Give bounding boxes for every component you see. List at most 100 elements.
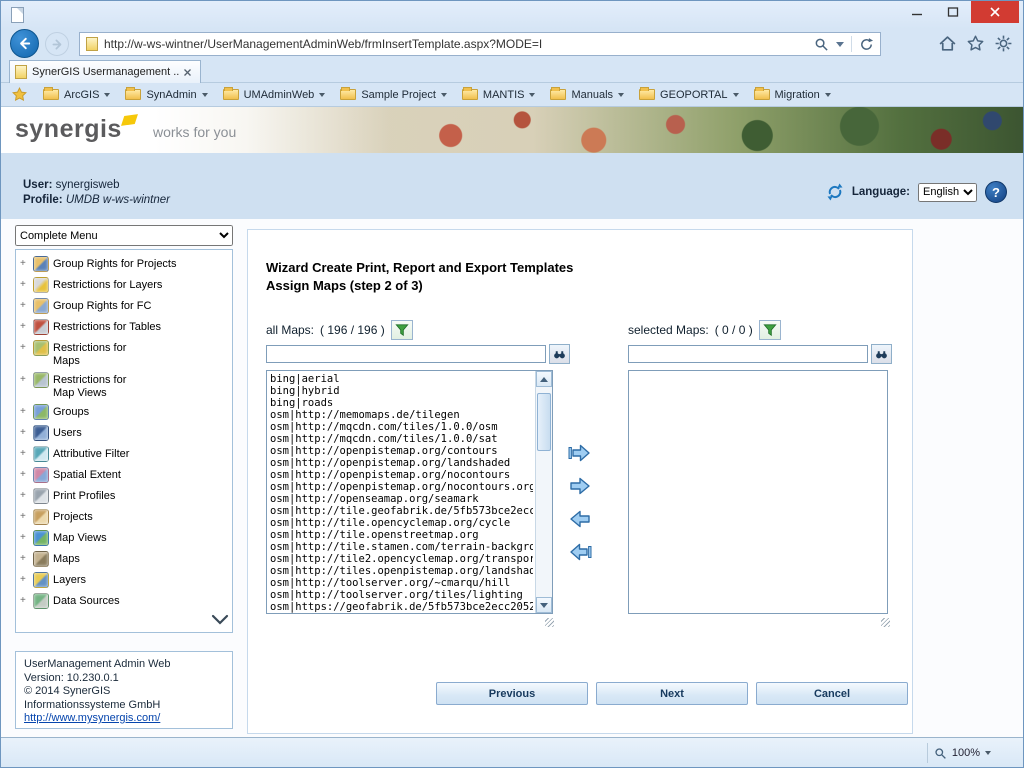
sidebar-item[interactable]: Restrictions for Maps [18, 338, 230, 370]
sidebar-item[interactable]: Projects [18, 507, 230, 528]
map-list-item[interactable]: osm|https://geofabrik.de/5fb573bce2ecc20… [270, 601, 533, 613]
tree-expand-icon[interactable] [20, 372, 29, 388]
tree-expand-icon[interactable] [20, 340, 29, 356]
map-list-item[interactable]: osm|http://tiles.openpistemap.org/landsh… [270, 565, 533, 577]
listbox-resize-grip[interactable] [545, 618, 554, 627]
back-button[interactable] [10, 29, 39, 58]
favorites-bar-item[interactable]: SynAdmin [125, 89, 207, 101]
map-list-item[interactable]: bing|roads [270, 397, 533, 409]
map-list-item[interactable]: osm|http://tile.geofabrik.de/5fb573bce2e… [270, 505, 533, 517]
settings-gear-icon[interactable] [994, 34, 1013, 53]
maximize-button[interactable] [935, 1, 971, 23]
selected-maps-filter-button[interactable] [759, 320, 781, 340]
minimize-button[interactable] [899, 1, 935, 23]
sidebar-item[interactable]: Spatial Extent [18, 465, 230, 486]
favorites-bar-item[interactable]: Migration [754, 89, 831, 101]
menu-dropdown[interactable]: Complete Menu [15, 225, 233, 246]
refresh-icon[interactable] [859, 37, 874, 52]
selected-maps-search-button[interactable] [871, 344, 892, 364]
tree-expand-icon[interactable] [20, 319, 29, 335]
tab-close-icon[interactable] [180, 65, 195, 80]
sidebar-item[interactable]: Attributive Filter [18, 444, 230, 465]
sidebar-item[interactable]: Print Profiles [18, 486, 230, 507]
scrollbar-up-arrow[interactable] [536, 371, 552, 387]
favorites-bar-item[interactable]: ArcGIS [43, 89, 110, 101]
sidebar-item[interactable]: Data Sources [18, 591, 230, 612]
sidebar-item[interactable]: Restrictions for Tables [18, 317, 230, 338]
move-left-button[interactable] [566, 506, 594, 532]
move-all-left-button[interactable] [566, 539, 594, 565]
previous-button[interactable]: Previous [436, 682, 588, 705]
all-maps-search-button[interactable] [549, 344, 570, 364]
favorites-bar-item[interactable]: Sample Project [340, 89, 447, 101]
selected-maps-filter-input[interactable] [628, 345, 868, 363]
move-right-button[interactable] [566, 473, 594, 499]
map-list-item[interactable]: osm|http://mqcdn.com/tiles/1.0.0/sat [270, 433, 533, 445]
cancel-button[interactable]: Cancel [756, 682, 908, 705]
map-list-item[interactable]: osm|http://tile2.opencyclemap.org/transp… [270, 553, 533, 565]
all-maps-filter-input[interactable] [266, 345, 546, 363]
scrollbar-down-arrow[interactable] [536, 597, 552, 613]
tree-expand-icon[interactable] [20, 488, 29, 504]
sidebar-item[interactable]: Group Rights for Projects [18, 254, 230, 275]
tree-expand-icon[interactable] [20, 256, 29, 272]
browser-tab[interactable]: SynerGIS Usermanagement ... [9, 60, 201, 83]
map-list-item[interactable]: osm|http://openpistemap.org/nocontours.o… [270, 481, 533, 493]
map-list-item[interactable]: osm|http://openpistemap.org/landshaded [270, 457, 533, 469]
help-button[interactable]: ? [985, 181, 1007, 203]
tree-expand-icon[interactable] [20, 298, 29, 314]
favorites-bar-item[interactable]: GEOPORTAL [639, 89, 738, 101]
company-link[interactable]: http://www.mysynergis.com/ [24, 712, 160, 724]
tree-expand-icon[interactable] [20, 277, 29, 293]
map-list-item[interactable]: osm|http://toolserver.org/~cmarqu/hill [270, 577, 533, 589]
map-list-item[interactable]: bing|hybrid [270, 385, 533, 397]
forward-button[interactable] [45, 32, 69, 56]
close-button[interactable] [971, 1, 1019, 23]
favorites-bar-item[interactable]: UMAdminWeb [223, 89, 326, 101]
sidebar-item[interactable]: Layers [18, 570, 230, 591]
tree-expand-icon[interactable] [20, 530, 29, 546]
listbox-resize-grip[interactable] [881, 618, 890, 627]
favorites-bar-item[interactable]: MANTIS [462, 89, 536, 101]
search-icon[interactable] [814, 37, 829, 52]
scroll-down-icon[interactable] [211, 612, 229, 630]
all-maps-listbox[interactable]: bing|aerial bing|hybrid bing|roads osm|h… [266, 370, 553, 614]
add-favorite-star-icon[interactable] [11, 86, 28, 103]
map-list-item[interactable]: bing|aerial [270, 373, 533, 385]
sidebar-item[interactable]: Group Rights for FC [18, 296, 230, 317]
move-all-right-button[interactable] [566, 440, 594, 466]
tree-expand-icon[interactable] [20, 593, 29, 609]
listbox-scrollbar[interactable] [535, 371, 552, 613]
all-maps-filter-button[interactable] [391, 320, 413, 340]
tree-expand-icon[interactable] [20, 572, 29, 588]
tree-expand-icon[interactable] [20, 425, 29, 441]
tree-expand-icon[interactable] [20, 509, 29, 525]
map-list-item[interactable]: osm|http://openpistemap.org/contours [270, 445, 533, 457]
home-icon[interactable] [938, 34, 957, 53]
scrollbar-thumb[interactable] [537, 393, 551, 451]
favorites-bar-item[interactable]: Manuals [550, 89, 624, 101]
map-list-item[interactable]: rstlb.fleischer@http://services1.arcgis.… [270, 613, 533, 614]
sidebar-item[interactable]: Users [18, 423, 230, 444]
map-list-item[interactable]: osm|http://toolserver.org/tiles/lighting [270, 589, 533, 601]
language-select[interactable]: English [918, 183, 977, 202]
refresh-language-icon[interactable] [826, 183, 844, 201]
sidebar-item[interactable]: Map Views [18, 528, 230, 549]
tree-expand-icon[interactable] [20, 404, 29, 420]
map-list-item[interactable]: osm|http://tile.openstreetmap.org [270, 529, 533, 541]
sidebar-item[interactable]: Groups [18, 402, 230, 423]
map-list-item[interactable]: osm|http://openseamap.org/seamark [270, 493, 533, 505]
tree-expand-icon[interactable] [20, 446, 29, 462]
favorites-icon[interactable] [966, 34, 985, 53]
map-list-item[interactable]: osm|http://openpistemap.org/nocontours [270, 469, 533, 481]
address-bar[interactable]: http://w-ws-wintner/UserManagementAdminW… [79, 32, 881, 56]
map-list-item[interactable]: osm|http://mqcdn.com/tiles/1.0.0/osm [270, 421, 533, 433]
map-list-item[interactable]: osm|http://memomaps.de/tilegen [270, 409, 533, 421]
sidebar-item[interactable]: Restrictions for Layers [18, 275, 230, 296]
zoom-control[interactable]: 100% [927, 743, 997, 763]
sidebar-item[interactable]: Restrictions for Map Views [18, 370, 230, 402]
sidebar-item[interactable]: Maps [18, 549, 230, 570]
map-list-item[interactable]: osm|http://tile.stamen.com/terrain-backg… [270, 541, 533, 553]
autocomplete-caret-icon[interactable] [836, 42, 844, 47]
map-list-item[interactable]: osm|http://tile.opencyclemap.org/cycle [270, 517, 533, 529]
